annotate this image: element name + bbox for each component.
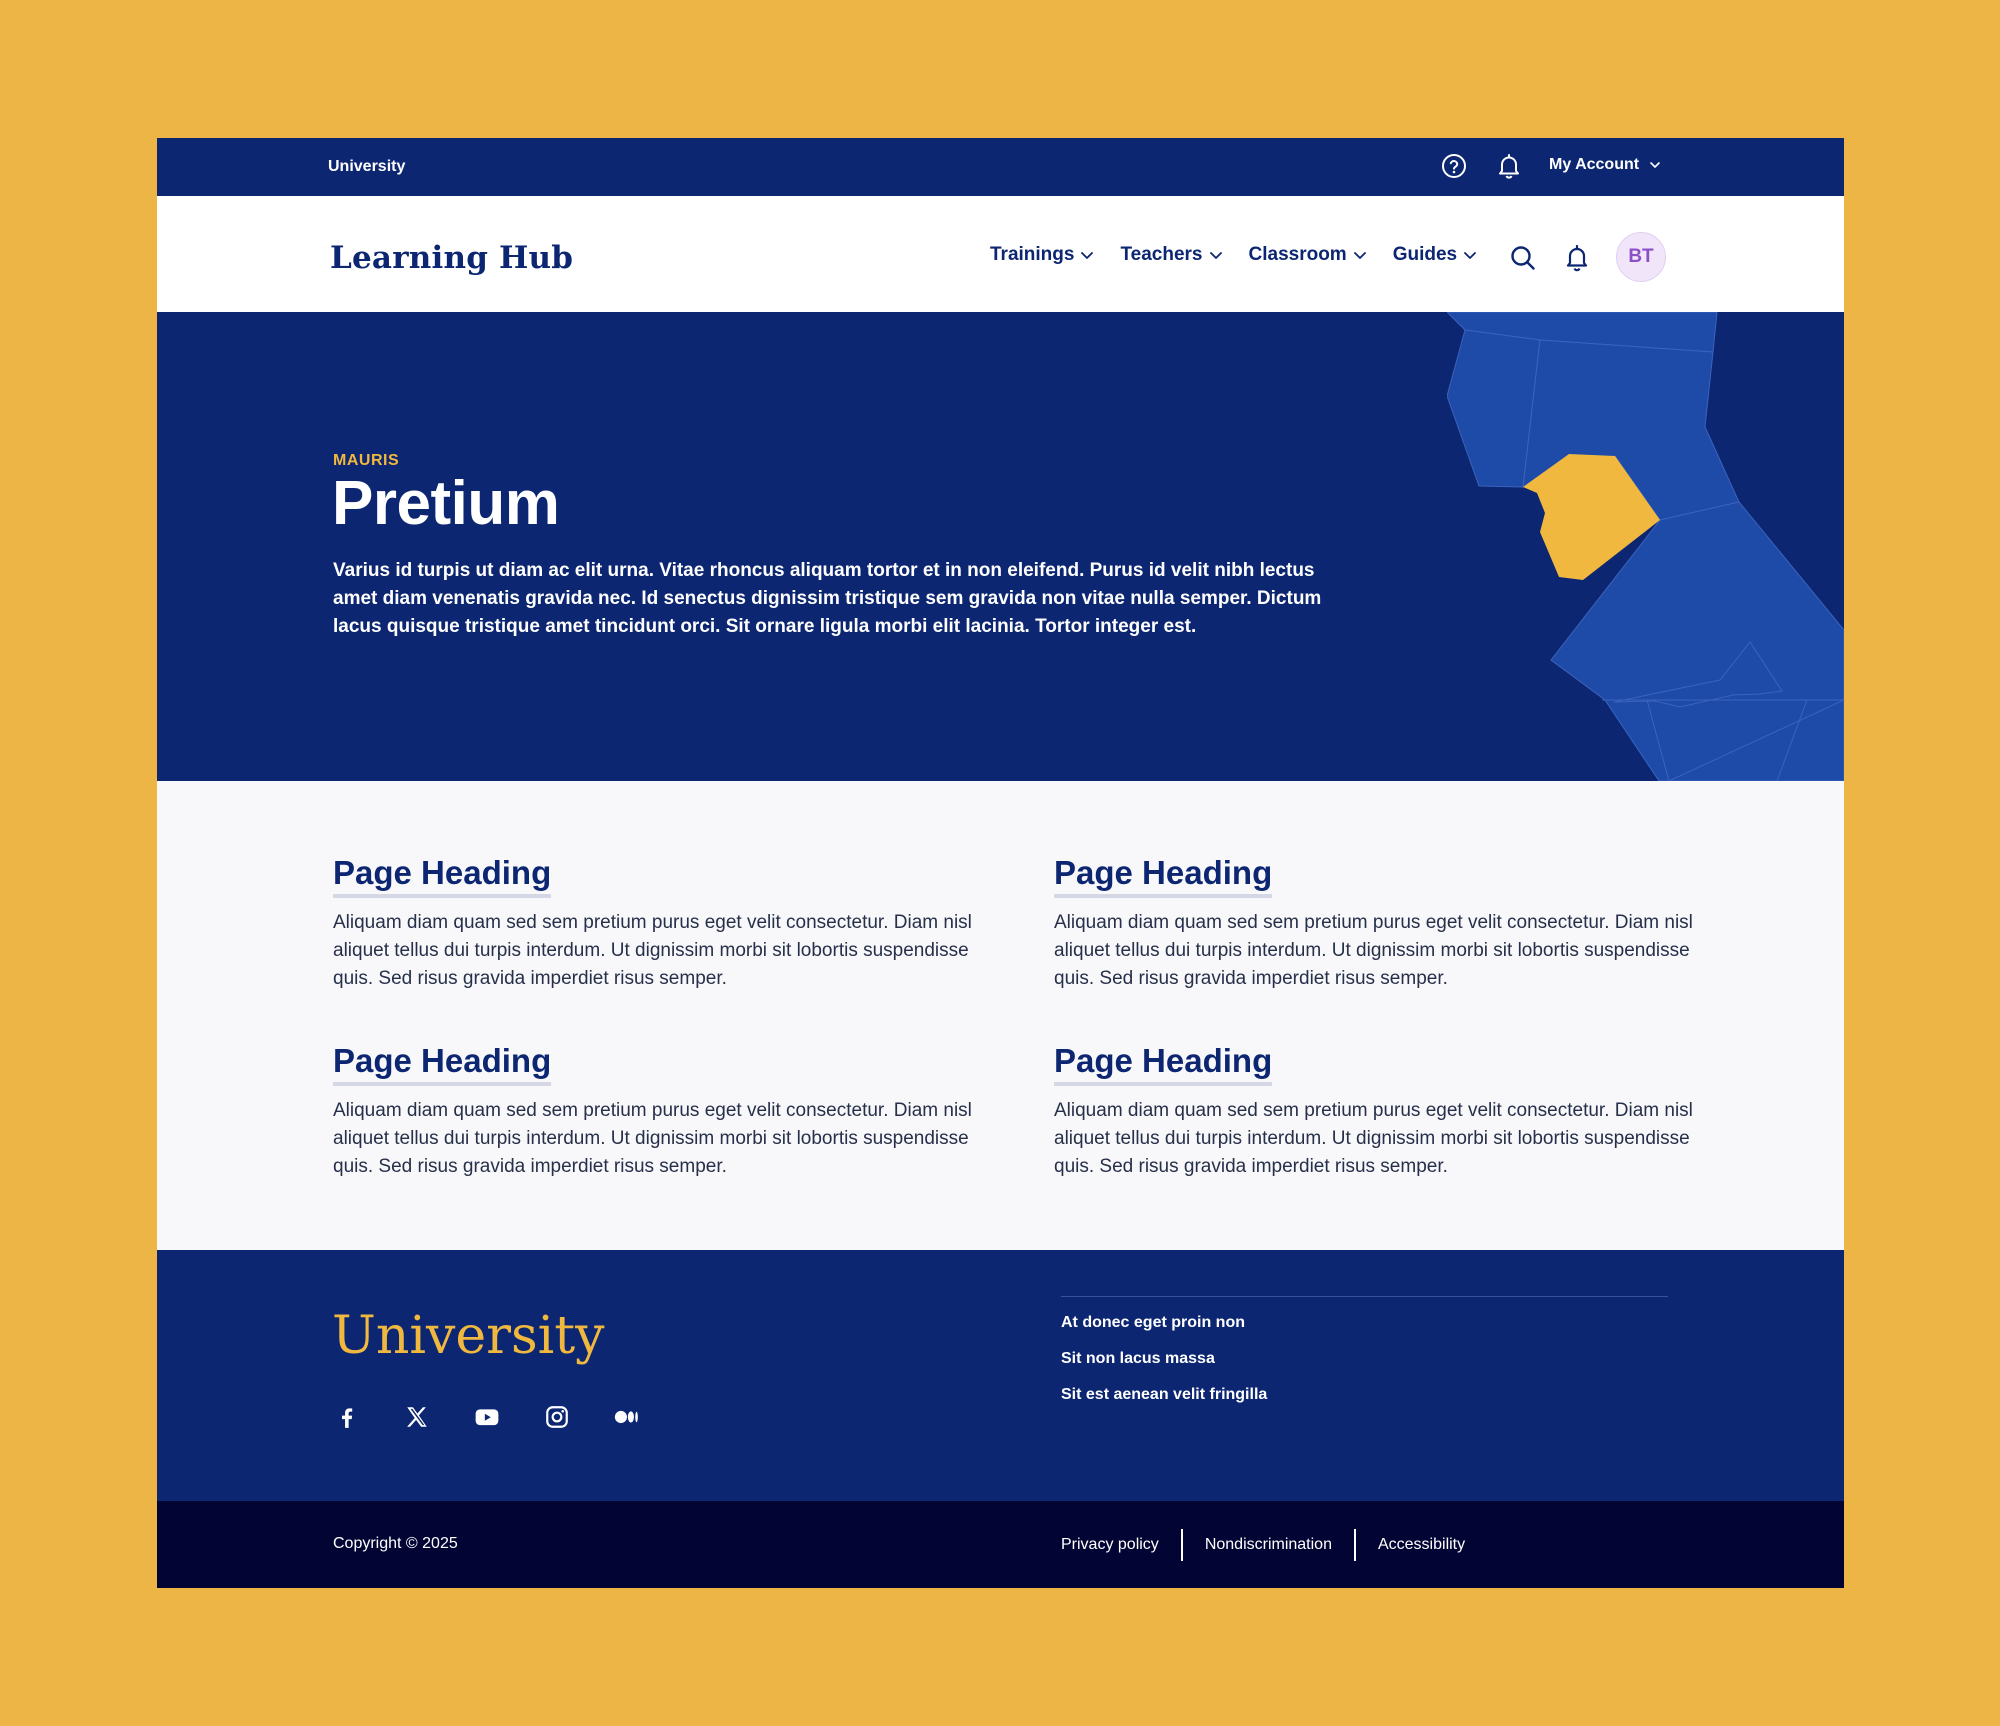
chevron-down-icon <box>1353 252 1366 259</box>
medium-icon[interactable] <box>613 1403 641 1431</box>
card-heading[interactable]: Page Heading <box>333 853 552 898</box>
youtube-icon[interactable] <box>473 1403 501 1431</box>
utility-brand[interactable]: University <box>328 158 405 176</box>
primary-menu: Trainings Teachers Classroom Guides <box>990 244 1477 266</box>
hero-lead: Varius id turpis ut diam ac elit urna. V… <box>333 560 1322 637</box>
copyright-text: Copyright © 2025 <box>333 1535 458 1552</box>
menu-item-label: Guides <box>1392 244 1458 265</box>
menu-item-teachers[interactable]: Teachers <box>1120 244 1222 266</box>
content-card: Page Heading Aliquam diam quam sed sem p… <box>1054 1041 1694 1181</box>
legal-links: Privacy policy Nondiscrimination Accessi… <box>1061 1529 1487 1561</box>
nondiscrimination-link[interactable]: Nondiscrimination <box>1183 1529 1354 1561</box>
hero-banner: MAURIS Pretium Varius id turpis ut diam … <box>157 312 1844 781</box>
privacy-policy-link[interactable]: Privacy policy <box>1061 1529 1181 1561</box>
search-icon[interactable] <box>1509 244 1537 272</box>
footer-divider <box>1061 1296 1668 1297</box>
site-footer: University At donec eget proin non Sit n… <box>157 1250 1844 1501</box>
utility-bar: University My Account <box>157 138 1844 196</box>
footer-wordmark[interactable]: University <box>332 1306 605 1366</box>
menu-item-guides[interactable]: Guides <box>1393 244 1477 266</box>
content-card: Page Heading Aliquam diam quam sed sem p… <box>333 853 973 993</box>
menu-item-label: Trainings <box>990 244 1075 265</box>
footer-link[interactable]: Sit est aenean velit fringilla <box>1061 1384 1267 1406</box>
card-body: Aliquam diam quam sed sem pretium purus … <box>1054 1100 1693 1177</box>
content-card: Page Heading Aliquam diam quam sed sem p… <box>333 1041 973 1181</box>
social-links <box>333 1403 641 1431</box>
page-frame: University My Account Learning Hub Train… <box>157 138 1844 1588</box>
my-account-label: My Account <box>1549 156 1640 173</box>
site-logo[interactable]: Learning Hub <box>330 240 573 276</box>
main-navbar: Learning Hub Trainings Teachers Classroo… <box>157 196 1844 312</box>
bell-icon[interactable] <box>1495 152 1523 180</box>
content-section: Page Heading Aliquam diam quam sed sem p… <box>157 781 1844 1250</box>
footer-link[interactable]: At donec eget proin non <box>1061 1312 1267 1334</box>
menu-item-trainings[interactable]: Trainings <box>990 244 1094 266</box>
menu-item-label: Classroom <box>1248 244 1347 265</box>
footer-links: At donec eget proin non Sit non lacus ma… <box>1061 1312 1267 1406</box>
facebook-icon[interactable] <box>333 1403 361 1431</box>
menu-item-classroom[interactable]: Classroom <box>1249 244 1367 266</box>
accessibility-link[interactable]: Accessibility <box>1356 1529 1487 1561</box>
card-body: Aliquam diam quam sed sem pretium purus … <box>333 912 972 989</box>
instagram-icon[interactable] <box>543 1403 571 1431</box>
x-icon[interactable] <box>403 1403 431 1431</box>
my-account-menu[interactable]: My Account <box>1549 156 1661 174</box>
chevron-down-icon <box>1081 252 1094 259</box>
chevron-down-icon <box>1464 252 1477 259</box>
chevron-down-icon <box>1209 252 1222 259</box>
card-heading[interactable]: Page Heading <box>333 1041 552 1086</box>
card-heading[interactable]: Page Heading <box>1054 853 1273 898</box>
card-body: Aliquam diam quam sed sem pretium purus … <box>1054 912 1693 989</box>
footer-link[interactable]: Sit non lacus massa <box>1061 1348 1267 1370</box>
card-heading[interactable]: Page Heading <box>1054 1041 1273 1086</box>
bottom-bar: Copyright © 2025 Privacy policy Nondiscr… <box>157 1501 1844 1588</box>
help-circle-icon[interactable] <box>1441 153 1467 179</box>
notifications-bell-icon[interactable] <box>1563 243 1591 273</box>
chevron-down-icon <box>1650 162 1660 168</box>
hero-title: Pretium <box>332 469 560 538</box>
map-illustration <box>1447 312 1844 781</box>
content-card: Page Heading Aliquam diam quam sed sem p… <box>1054 853 1694 993</box>
user-avatar[interactable]: BT <box>1616 232 1666 282</box>
menu-item-label: Teachers <box>1120 244 1203 265</box>
card-body: Aliquam diam quam sed sem pretium purus … <box>333 1100 972 1177</box>
